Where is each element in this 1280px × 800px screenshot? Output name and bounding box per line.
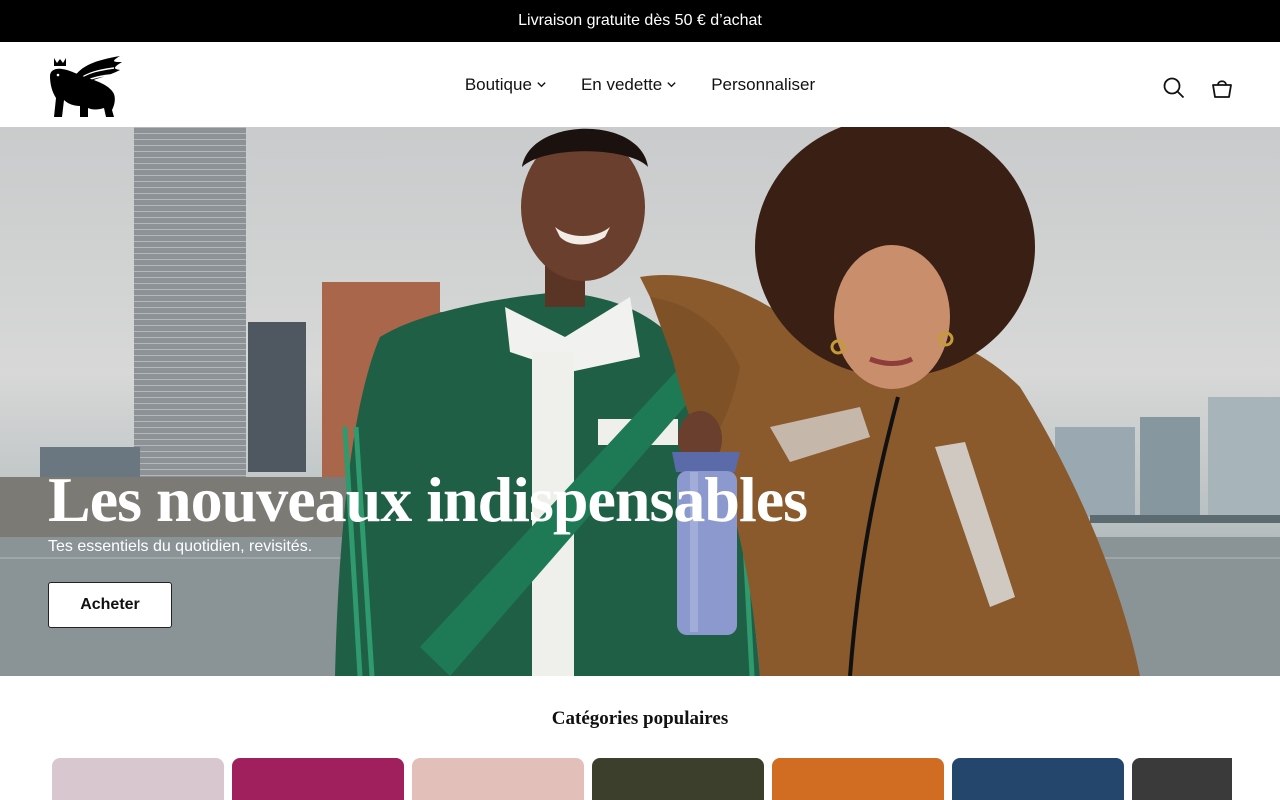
category-card[interactable] <box>952 758 1124 800</box>
main-nav: Boutique En vedette Personnaliser <box>0 42 1280 127</box>
announcement-bar: Livraison gratuite dès 50 € d’achat <box>0 0 1280 42</box>
nav-item-personnaliser[interactable]: Personnaliser <box>711 75 815 95</box>
nav-item-en-vedette[interactable]: En vedette <box>581 75 677 95</box>
cart-icon[interactable] <box>1210 76 1234 100</box>
category-carousel <box>52 758 1232 800</box>
hero-subtitle: Tes essentiels du quotidien, revisités. <box>48 538 313 555</box>
site-header: Boutique En vedette Personnaliser <box>0 42 1280 127</box>
category-card[interactable] <box>772 758 944 800</box>
category-card[interactable] <box>52 758 224 800</box>
hero-banner: Les nouveaux indispensables Tes essentie… <box>0 127 1280 676</box>
brand-logo-icon[interactable] <box>48 56 122 118</box>
section-title: Catégories populaires <box>551 708 729 729</box>
chevron-down-icon <box>537 82 546 88</box>
search-icon[interactable] <box>1162 76 1186 100</box>
hero-title: Les nouveaux indispensables <box>48 464 808 535</box>
category-card[interactable] <box>592 758 764 800</box>
category-card[interactable] <box>412 758 584 800</box>
shop-button[interactable]: Acheter <box>48 582 172 628</box>
announcement-text: Livraison gratuite dès 50 € d’achat <box>518 12 762 29</box>
chevron-down-icon <box>667 82 676 88</box>
category-card[interactable] <box>1132 758 1232 800</box>
nav-item-label: En vedette <box>580 74 663 94</box>
category-card[interactable] <box>232 758 404 800</box>
nav-item-boutique[interactable]: Boutique <box>465 75 547 95</box>
nav-item-label: Boutique <box>464 74 532 94</box>
nav-item-label: Personnaliser <box>711 74 816 94</box>
hero-image <box>0 127 1280 676</box>
